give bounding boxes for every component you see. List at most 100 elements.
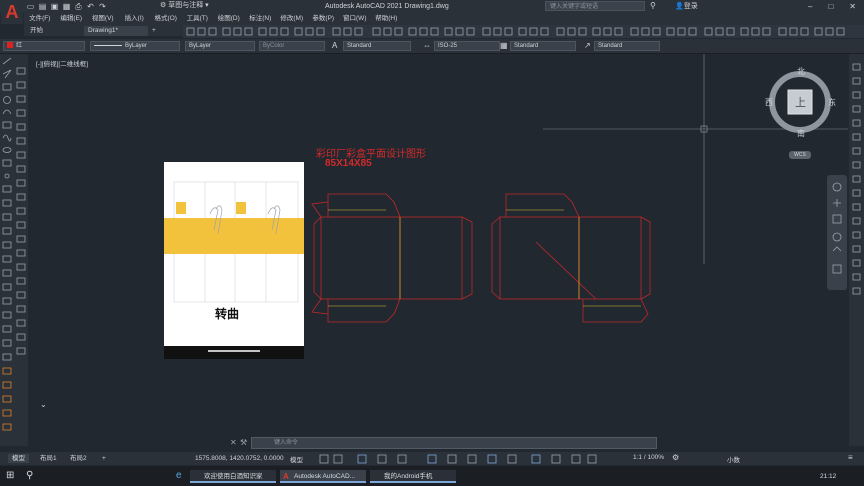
viewcube-west[interactable]: 西 [765,97,773,108]
plotstyle-dropdown[interactable]: ByColor [259,41,325,51]
undo-icon[interactable]: ↶ [86,2,95,11]
menu-bar: 文件(F) 编辑(E) 视图(V) 插入(I) 格式(O) 工具(T) 绘图(D… [24,13,864,25]
quick-access-toolbar: ▭ ▤ ▣ ▦ ⎙ ↶ ↷ [26,1,107,12]
artwork-yellow-band [164,218,304,254]
viewcube-top-face[interactable]: 上 [795,94,806,110]
linetype-value: ByLayer [125,43,148,49]
autocad-task-icon: A [283,472,289,481]
add-layout-button[interactable]: + [98,454,110,463]
dim-style-icon: ⇔ [423,41,431,50]
right-tool-icons[interactable] [849,54,864,446]
status-toggle-icons[interactable] [318,454,638,464]
table-style-icon: ▦ [500,41,508,50]
modify-toolbar [14,54,28,446]
search-input[interactable]: 键入关键字或短语 [545,1,645,11]
artwork-black-band [164,346,304,359]
navigation-bar [827,175,847,290]
annotation-scale[interactable]: 1:1 / 100% [633,454,664,461]
settings-gear-icon[interactable]: ⚙ [672,453,679,462]
taskbar-clock[interactable]: 21:12 [820,473,836,480]
right-toolbar [849,54,864,446]
customize-menu-icon[interactable]: ≡ [848,453,853,462]
toolbar-icons-graphic [186,27,845,36]
red-swatch-icon [7,42,13,49]
command-wrench-icon[interactable]: ⚒ [240,438,247,447]
text-style-icon: A [332,41,338,50]
user-login[interactable]: 👤登录 [675,1,705,12]
dim-style-dropdown[interactable]: ISO-25 [434,41,500,51]
maximize-icon[interactable]: □ [828,2,833,11]
menu-dimension[interactable]: 标注(N) [245,13,277,25]
command-close-icon[interactable]: ✕ [230,438,237,447]
tab-add-button[interactable]: + [148,26,162,36]
drawing-geometry[interactable] [28,54,848,434]
plot-icon[interactable]: ⎙ [74,2,83,11]
viewcube-north[interactable]: 北 [797,66,805,77]
dieline-box-1-folds [328,209,401,307]
close-icon[interactable]: ✕ [849,2,856,11]
linetype-dropdown[interactable]: ByLayer [90,41,180,51]
tab-layout2[interactable]: 布局2 [66,454,91,463]
taskbar-item-android[interactable]: 我的Android手机 [370,470,456,483]
package-text: 转曲 [215,307,240,321]
edge-icon[interactable]: e [176,470,182,481]
tab-layout1[interactable]: 布局1 [36,454,61,463]
menu-tools[interactable]: 工具(T) [182,13,214,25]
mleader-style-value: Standard [598,43,623,49]
user-label: 登录 [683,3,698,10]
menu-edit[interactable]: 编辑(E) [56,13,88,25]
workspace-label: 草图与注释 [168,2,204,9]
workspace-selector[interactable]: ⚙ 草图与注释 ▾ [160,1,228,11]
gear-icon: ⚙ [160,2,169,9]
color-value: 红 [16,43,23,49]
table-style-value: Standard [514,43,539,49]
save-icon[interactable]: ▣ [50,2,59,11]
taskbar-item-autocad[interactable]: Autodesk AutoCAD... [280,470,366,483]
wcs-menu[interactable]: WCS [789,151,811,159]
viewcube-south[interactable]: 南 [797,128,805,139]
open-file-icon[interactable]: ▤ [38,2,47,11]
package-artwork [164,162,304,359]
menu-help[interactable]: 帮助(H) [371,13,403,25]
model-space-button[interactable]: 模型 [290,454,303,464]
units-selector[interactable]: 小数 [727,454,740,464]
user-icon: 👤 [675,3,684,10]
taskbar-item-knowledge[interactable]: 欢迎使用白酒知识家 [190,470,276,483]
draw-tool-icons[interactable] [0,54,14,446]
artwork-logo-left [176,202,186,214]
menu-file[interactable]: 文件(F) [24,13,56,25]
modify-tool-icons[interactable] [14,54,28,446]
redo-icon[interactable]: ↷ [98,2,107,11]
menu-view[interactable]: 视图(V) [87,13,119,25]
text-style-dropdown[interactable]: Standard [343,41,411,51]
table-style-dropdown[interactable]: Standard [510,41,576,51]
dim-style-value: ISO-25 [438,43,458,49]
menu-insert[interactable]: 插入(I) [119,13,151,25]
menu-format[interactable]: 格式(O) [150,13,182,25]
windows-start-icon[interactable]: ⊞ [6,470,14,481]
color-dropdown[interactable]: 红 [3,41,85,51]
dieline-box-1 [311,193,473,323]
navbar-icons[interactable] [827,175,847,290]
minimize-icon[interactable]: – [808,2,812,11]
new-file-icon[interactable]: ▭ [26,2,35,11]
tab-start[interactable]: 开始 [26,26,82,36]
lineweight-value: ByLayer [189,43,212,49]
lineweight-dropdown[interactable]: ByLayer [185,41,255,51]
mleader-style-dropdown[interactable]: Standard [594,41,660,51]
taskbar-search-icon[interactable]: ⚲ [26,470,33,481]
tab-drawing1[interactable]: Drawing1* [84,26,148,36]
search-icon[interactable]: ⚲ [650,1,656,10]
menu-window[interactable]: 窗口(W) [339,13,371,25]
autocad-logo-icon[interactable]: A [1,0,23,24]
menu-parametric[interactable]: 参数(P) [308,13,340,25]
menu-modify[interactable]: 修改(M) [276,13,308,25]
menu-draw[interactable]: 绘图(D) [213,13,245,25]
dieline-box-2 [491,193,651,323]
viewcube-east[interactable]: 东 [828,97,836,108]
tab-model[interactable]: 模型 [8,454,29,463]
dieline-box-2-folds [506,209,641,307]
drawing-dimensions[interactable]: 85X14X85 [325,158,372,169]
save-as-icon[interactable]: ▦ [62,2,71,11]
command-input[interactable]: 键入命令 [251,437,657,449]
